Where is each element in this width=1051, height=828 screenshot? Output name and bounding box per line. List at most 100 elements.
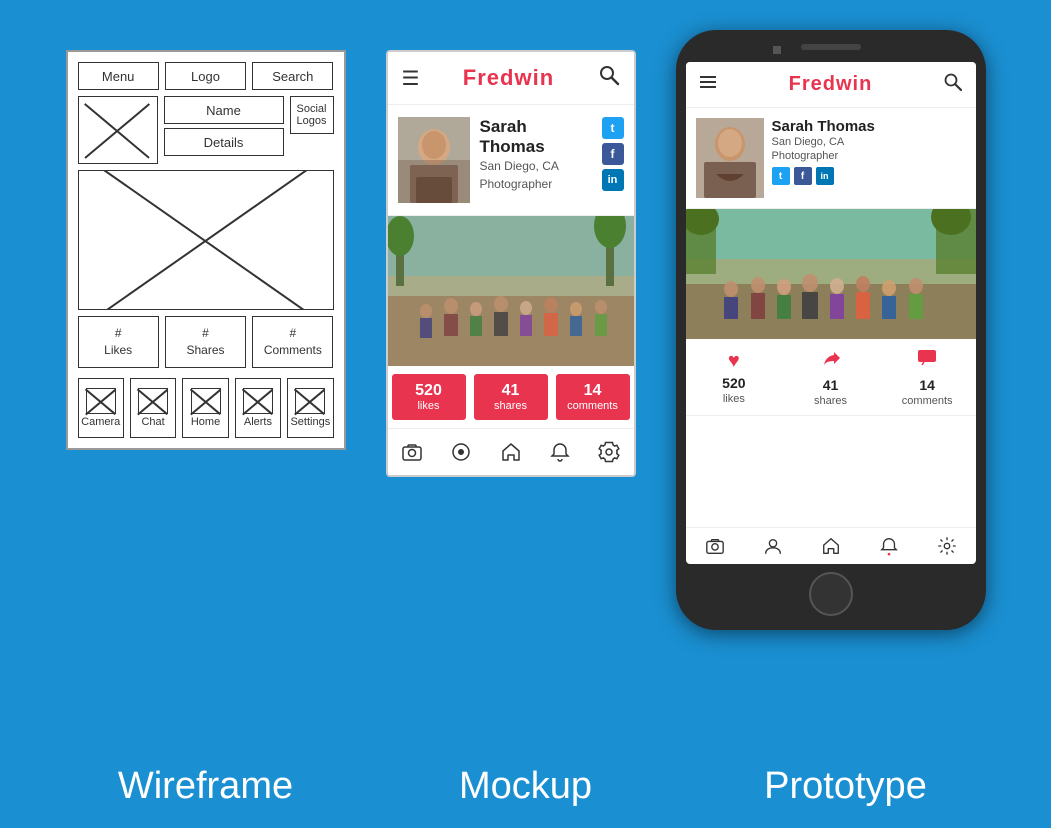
proto-stat-likes-label: likes [723,393,745,405]
proto-social-icons: t f in [772,167,966,185]
wf-stat-comments-label: Comments [264,342,322,359]
mockup-stat-likes-num: 520 [415,382,442,400]
proto-profile-section: Sarah Thomas San Diego, CA Photographer … [686,108,976,209]
wf-nav-settings: Settings [287,378,333,438]
mockup-stat-shares-btn[interactable]: 41 shares [474,374,548,420]
proto-nav-bell[interactable] [860,534,918,558]
wf-nav-settings-icon [295,388,325,414]
phone-spacer [881,46,889,54]
phone-speaker [801,44,861,50]
proto-stat-likes-num: 520 [722,375,745,391]
mockup-nav-settings[interactable] [584,437,633,467]
proto-stat-likes[interactable]: ♥ 520 likes [686,347,783,407]
proto-linkedin-icon[interactable]: in [816,167,834,185]
wf-nav-icons-row: Camera Chat Home Alerts Settings [78,378,334,438]
proto-twitter-icon[interactable]: t [772,167,790,185]
share-icon [820,347,842,375]
mockup-panel: ☰ Fredwin [386,50,636,477]
wf-nav-settings-label: Settings [290,416,330,428]
mockup-avatar-photo [398,117,470,203]
proto-stat-shares-label: shares [814,395,847,407]
main-container: Menu Logo Search Name Details Social Log… [0,0,1051,828]
wf-nav-home-label: Home [191,416,220,428]
proto-profile-job: Photographer [772,150,966,162]
panels-row: Menu Logo Search Name Details Social Log… [40,30,1011,745]
mockup-nav-bell[interactable] [535,437,584,467]
wf-nav-chat-icon [138,388,168,414]
phone-screen: Fredwin [686,62,976,564]
proto-nav-profile[interactable] [744,534,802,558]
wf-name-box: Name [164,96,284,124]
facebook-icon[interactable]: f [602,143,624,165]
proto-search-icon[interactable] [943,72,963,97]
wf-stats-row: # Likes # Shares # Comments [78,316,334,368]
proto-group-photo [686,209,976,339]
wf-nav-alerts: Alerts [235,378,281,438]
mockup-stat-shares-num: 41 [502,382,520,400]
mockup-profile-info: Sarah Thomas San Diego, CA Photographer [480,117,592,191]
wf-social-box: Social Logos [290,96,334,134]
phone-home-button[interactable] [809,572,853,616]
mockup-nav-home[interactable] [486,437,535,467]
wf-image-placeholder [78,170,334,310]
phone-camera [773,46,781,54]
proto-profile-info: Sarah Thomas San Diego, CA Photographer … [772,118,966,185]
mockup-profile-name: Sarah Thomas [480,117,592,157]
proto-stats-row: ♥ 520 likes 41 shares [686,339,976,416]
proto-stat-shares[interactable]: 41 shares [782,347,879,407]
wf-logo-box: Logo [165,62,246,90]
proto-profile-location: San Diego, CA [772,136,966,148]
mockup-stat-comments-label: comments [567,400,618,412]
mockup-bottom-nav [388,428,634,475]
mockup-stat-likes-label: likes [417,400,439,412]
mockup-app-title: Fredwin [463,65,554,91]
proto-header: Fredwin [686,62,976,108]
wf-nav-home-icon [191,388,221,414]
mockup-profile-section: Sarah Thomas San Diego, CA Photographer … [388,105,634,216]
wf-nav-camera: Camera [78,378,124,438]
mockup-label: Mockup [386,765,666,808]
wf-stat-likes-symbol: # [115,325,122,342]
mockup-social-icons: t f in [602,117,624,191]
mockup-stat-likes-btn[interactable]: 520 likes [392,374,466,420]
comment-icon [916,347,938,375]
wf-stat-likes-label: Likes [104,342,132,359]
proto-app-title: Fredwin [789,73,873,96]
proto-facebook-icon[interactable]: f [794,167,812,185]
wf-name-details: Name Details [164,96,284,156]
proto-stat-shares-num: 41 [823,377,839,393]
mockup-nav-camera[interactable] [388,437,437,467]
wf-details-box: Details [164,128,284,156]
proto-stat-comments[interactable]: 14 comments [879,347,976,407]
labels-row: Wireframe Mockup Prototype [40,745,1011,808]
linkedin-icon[interactable]: in [602,169,624,191]
proto-nav-home[interactable] [802,534,860,558]
proto-hamburger-icon[interactable] [698,72,718,97]
proto-nav-camera[interactable] [686,534,744,558]
wf-nav-alerts-label: Alerts [244,416,272,428]
wf-stat-shares: # Shares [165,316,246,368]
wf-nav-row: Menu Logo Search [78,62,334,90]
proto-nav-settings[interactable] [918,534,976,558]
proto-stat-comments-label: comments [902,395,953,407]
wf-stat-likes: # Likes [78,316,159,368]
wf-avatar [78,96,158,164]
mockup-nav-chat[interactable] [437,437,486,467]
mockup-hamburger-icon[interactable]: ☰ [402,66,420,91]
mockup-profile-job: Photographer [480,177,592,191]
wf-stat-comments-symbol: # [289,325,296,342]
proto-stat-comments-num: 14 [919,377,935,393]
mockup-search-icon[interactable] [598,64,620,92]
mockup-stat-comments-btn[interactable]: 14 comments [556,374,630,420]
mockup-avatar [398,117,470,203]
wf-nav-chat-label: Chat [141,416,164,428]
twitter-icon[interactable]: t [602,117,624,139]
proto-profile-name: Sarah Thomas [772,118,966,135]
wireframe-label: Wireframe [66,765,346,808]
wf-nav-camera-label: Camera [81,416,120,428]
wf-nav-camera-icon [86,388,116,414]
mockup-stat-comments-num: 14 [584,382,602,400]
prototype-panel: Fredwin [676,30,986,630]
wf-stat-comments: # Comments [252,316,333,368]
mockup-photo [388,216,634,366]
